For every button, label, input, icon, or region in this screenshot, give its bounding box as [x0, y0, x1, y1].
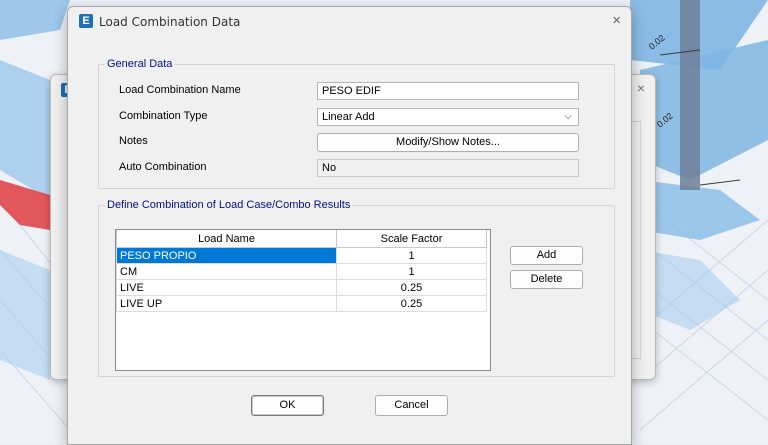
load-name-cell[interactable]: PESO PROPIO [116, 247, 337, 264]
auto-combination-value: No [317, 159, 579, 177]
table-row[interactable]: CM 1 [116, 263, 487, 280]
delete-button[interactable]: Delete [510, 270, 583, 289]
load-combination-dialog: E Load Combination Data × General Data L… [67, 6, 632, 445]
dialog-titlebar[interactable]: E Load Combination Data × [68, 7, 631, 37]
combination-name-label: Load Combination Name [119, 84, 241, 96]
scale-factor-cell[interactable]: 0.25 [336, 295, 487, 312]
scale-factor-cell[interactable]: 1 [336, 263, 487, 280]
add-button[interactable]: Add [510, 246, 583, 265]
table-row[interactable]: PESO PROPIO 1 [116, 247, 487, 264]
etabs-app-icon: E [79, 14, 93, 28]
dialog-title: Load Combination Data [99, 15, 241, 29]
combination-type-select[interactable]: Linear Add ⌵ [317, 108, 579, 126]
scale-factor-cell[interactable]: 1 [336, 247, 487, 264]
column-header-scale-factor[interactable]: Scale Factor [336, 230, 487, 248]
define-combination-group: Define Combination of Load Case/Combo Re… [98, 199, 615, 377]
general-data-group: General Data Load Combination Name PESO … [98, 58, 615, 189]
close-icon[interactable]: × [612, 12, 621, 29]
general-data-legend: General Data [107, 58, 173, 70]
scale-factor-cell[interactable]: 0.25 [336, 279, 487, 296]
combination-type-value: Linear Add [322, 111, 375, 123]
close-icon[interactable]: × [637, 80, 645, 96]
cancel-button[interactable]: Cancel [375, 395, 448, 416]
load-name-cell[interactable]: LIVE UP [116, 295, 337, 312]
define-combination-legend: Define Combination of Load Case/Combo Re… [107, 199, 351, 211]
combination-type-label: Combination Type [119, 110, 208, 122]
table-row[interactable]: LIVE UP 0.25 [116, 295, 487, 312]
load-case-grid[interactable]: Load Name Scale Factor PESO PROPIO 1 CM … [115, 229, 491, 371]
load-name-cell[interactable]: LIVE [116, 279, 337, 296]
notes-label: Notes [119, 135, 148, 147]
table-row[interactable]: LIVE 0.25 [116, 279, 487, 296]
modify-show-notes-button[interactable]: Modify/Show Notes... [317, 133, 579, 152]
column-header-load-name[interactable]: Load Name [116, 230, 337, 248]
load-name-cell[interactable]: CM [116, 263, 337, 280]
combination-name-input[interactable]: PESO EDIF [317, 82, 579, 100]
grid-header-row: Load Name Scale Factor [116, 230, 487, 248]
auto-combination-label: Auto Combination [119, 161, 207, 173]
chevron-down-icon: ⌵ [564, 111, 572, 122]
ok-button[interactable]: OK [251, 395, 324, 416]
